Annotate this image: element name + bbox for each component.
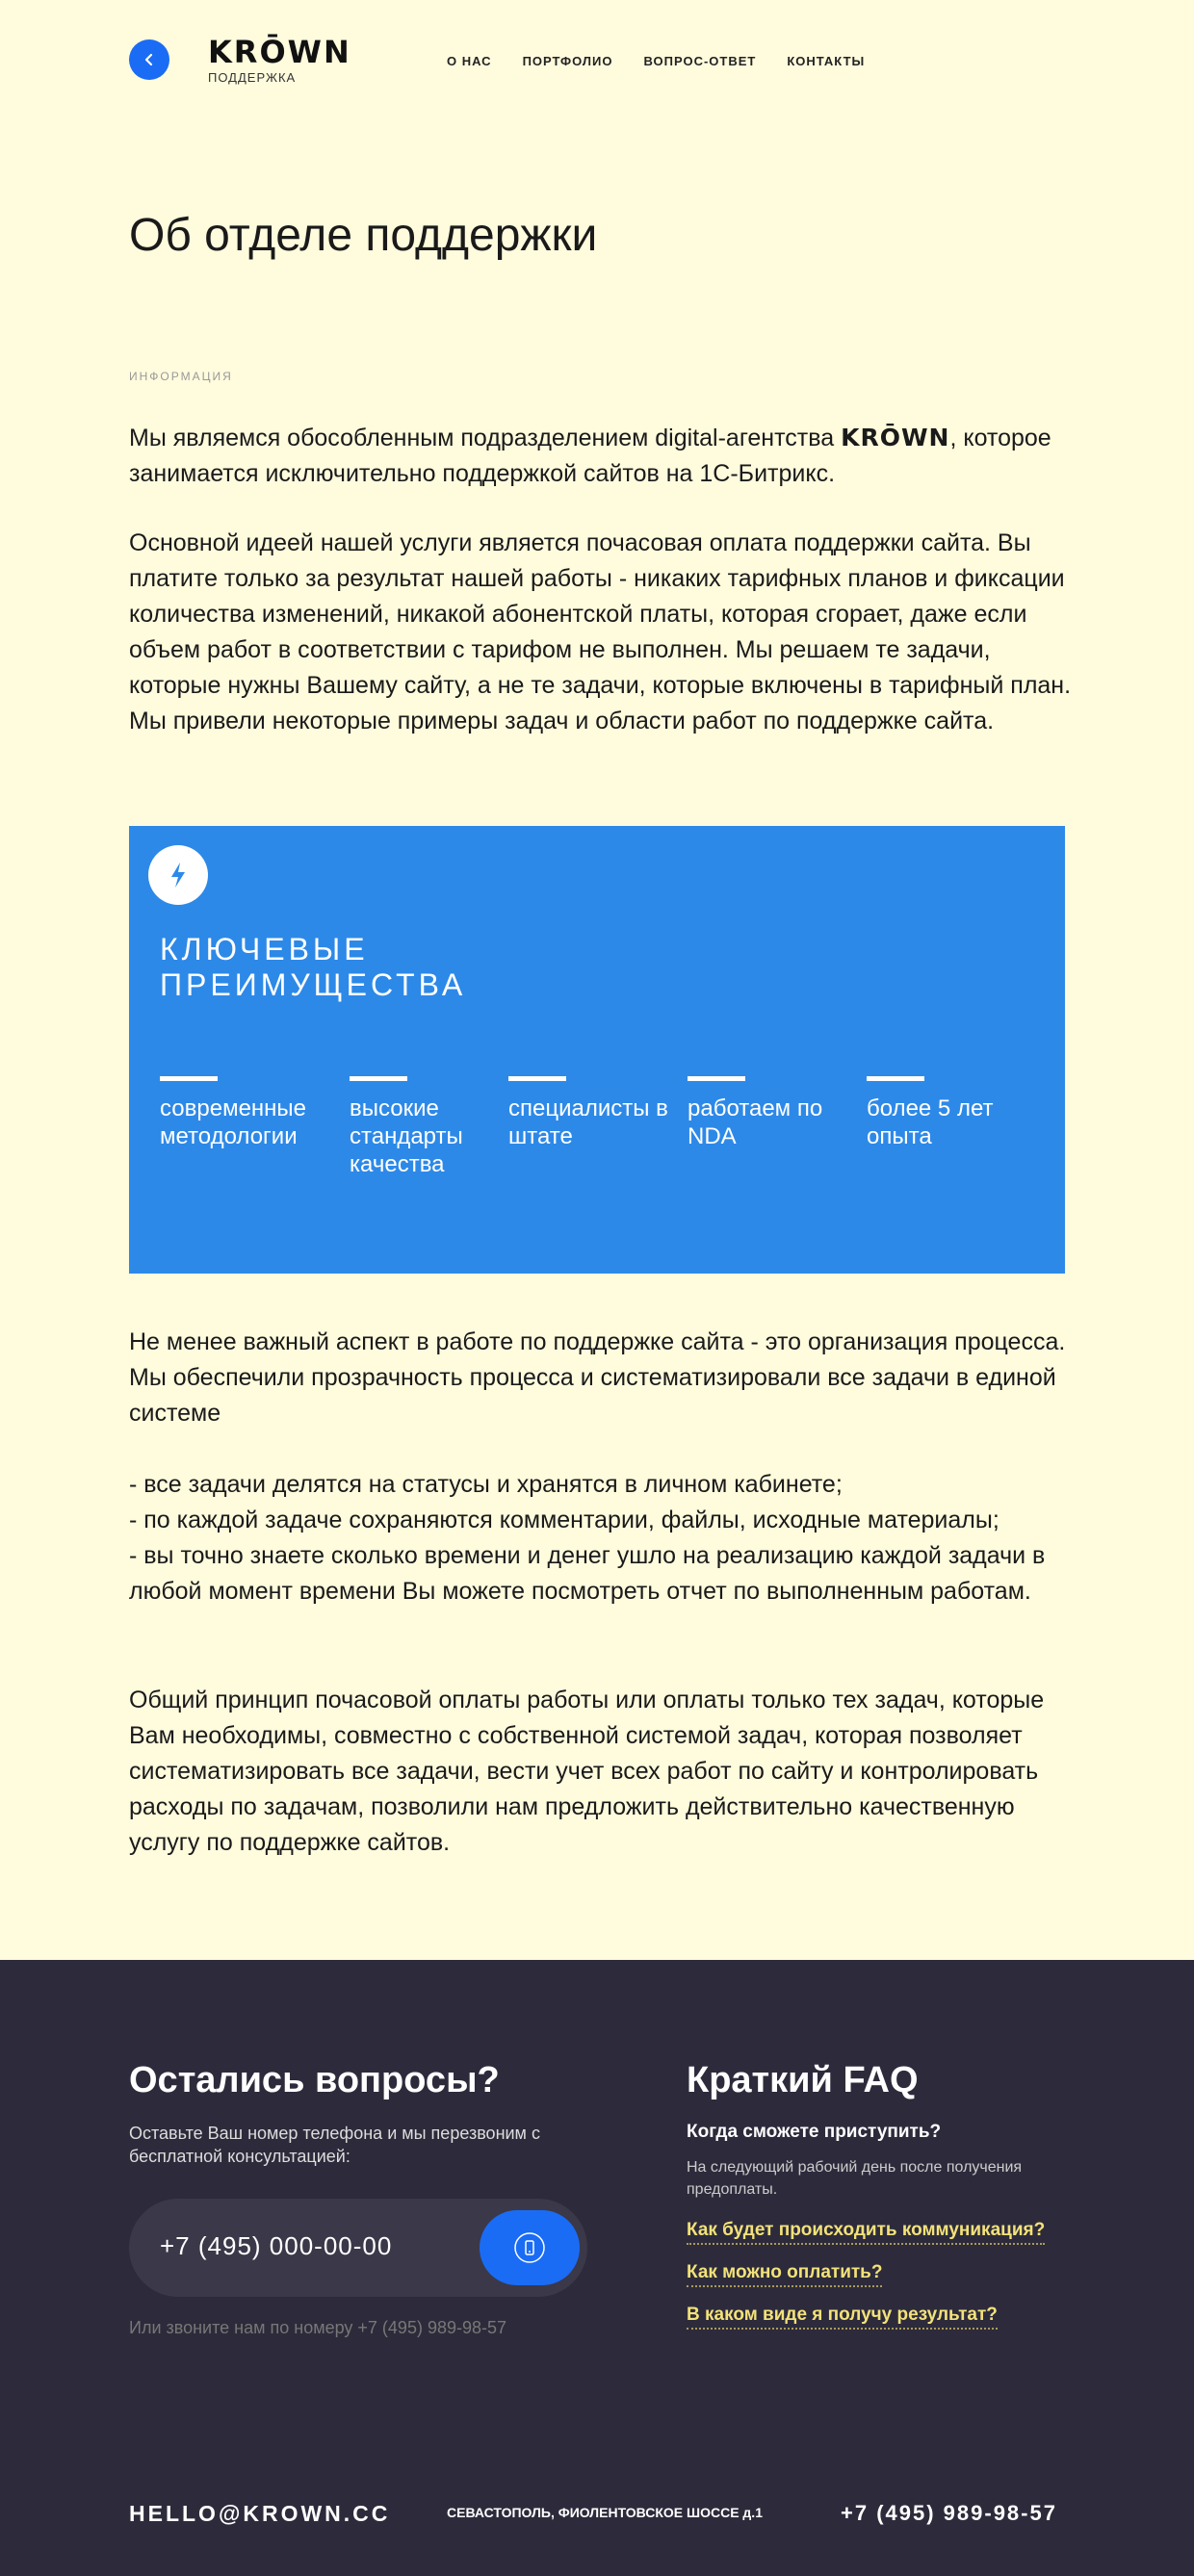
footer-phone[interactable]: +7 (495) 989-98-57 [841,2501,1057,2526]
section-label: ИНФОРМАЦИЯ [129,370,233,383]
process-list: - все задачи делятся на статусы и хранят… [129,1467,1073,1610]
brand-name: KRŌWN [841,424,950,451]
contact-description: Оставьте Ваш номер телефона и мы перезво… [129,2124,540,2166]
advantage-label: работаем по NDA [688,1095,823,1149]
advantage-label: специалисты в штате [508,1095,668,1149]
footer-email[interactable]: HELLO@KROWN.CC [129,2501,390,2527]
header: KRŌWN ПОДДЕРЖКА О НАС ПОРТФОЛИО ВОПРОС-О… [0,0,1194,125]
logo-text: KRŌWN [208,34,351,70]
advantages-block: КЛЮЧЕВЫЕ ПРЕИМУЩЕСТВА современные методо… [129,826,1065,1274]
logo[interactable]: KRŌWN ПОДДЕРЖКА [208,37,351,85]
nav-contacts[interactable]: КОНТАКТЫ [787,54,865,68]
nav-about[interactable]: О НАС [447,54,492,68]
advantage-item: высокие стандарты качества [350,1076,532,1178]
advantage-bar [350,1076,407,1081]
page-title: Об отделе поддержки [129,210,598,261]
footer-section: Остались вопросы? Оставьте Ваш номер тел… [0,1960,1194,2576]
advantage-label: высокие стандарты качества [350,1095,463,1177]
advantage-label: более 5 лет опыта [867,1095,994,1149]
main-nav: О НАС ПОРТФОЛИО ВОПРОС-ОТВЕТ КОНТАКТЫ [447,54,865,68]
faq-question: Когда сможете приступить? [687,2122,942,2142]
process-list-item: - по каждой задаче сохраняются комментар… [129,1507,999,1533]
phone-input[interactable]: +7 (495) 000-00-00 [160,2231,392,2261]
contact-title: Остались вопросы? [129,2060,500,2100]
callback-button[interactable] [480,2210,580,2285]
advantage-item: работаем по NDA [688,1076,870,1150]
pricing-paragraph: Основной идеей нашей услуги является поч… [129,529,1072,734]
nav-faq[interactable]: ВОПРОС-ОТВЕТ [643,54,756,68]
footer-address: СЕВАСТОПОЛЬ, ФИОЛЕНТОВСКОЕ ШОССЕ д.1 [447,2505,763,2520]
faq-title: Краткий FAQ [687,2060,919,2100]
process-list-item: - вы точно знаете сколько времени и дене… [129,1542,1046,1605]
advantage-bar [160,1076,218,1081]
lightning-icon [171,863,185,888]
phone-icon [514,2232,545,2263]
process-paragraph: Не менее важный аспект в работе по подде… [129,1328,1066,1427]
advantages-title: КЛЮЧЕВЫЕ ПРЕИМУЩЕСТВА [160,932,467,1002]
summary-paragraph: Общий принцип почасовой оплаты работы ил… [129,1687,1045,1856]
page: KRŌWN ПОДДЕРЖКА О НАС ПОРТФОЛИО ВОПРОС-О… [0,0,1194,2576]
advantage-bar [508,1076,566,1081]
faq-link-payment[interactable]: Как можно оплатить? [687,2262,883,2287]
intro-text-start: Мы являемся обособленным подразделением … [129,425,842,451]
logo-subtitle: ПОДДЕРЖКА [208,70,297,85]
faq-link-result[interactable]: В каком виде я получу результат? [687,2305,998,2330]
back-button[interactable] [129,39,169,80]
advantage-item: современные методологии [160,1076,343,1150]
advantage-bar [688,1076,745,1081]
faq-answer: На следующий рабочий день после получени… [687,2159,1023,2198]
advantage-bar [867,1076,924,1081]
intro-paragraph: Мы являемся обособленным подразделением … [129,420,1073,492]
advantages-icon-circle [148,845,208,905]
call-hint: Или звоните нам по номеру +7 (495) 989-9… [129,2318,507,2337]
advantage-item: специалисты в штате [508,1076,691,1150]
faq-link-communication[interactable]: Как будет происходить коммуникация? [687,2220,1046,2245]
chevron-left-icon [144,53,153,66]
phone-form: +7 (495) 000-00-00 [129,2199,587,2297]
advantage-label: современные методологии [160,1095,307,1149]
nav-portfolio[interactable]: ПОРТФОЛИО [523,54,613,68]
advantage-item: более 5 лет опыта [867,1076,1050,1150]
process-list-item: - все задачи делятся на статусы и хранят… [129,1471,843,1498]
